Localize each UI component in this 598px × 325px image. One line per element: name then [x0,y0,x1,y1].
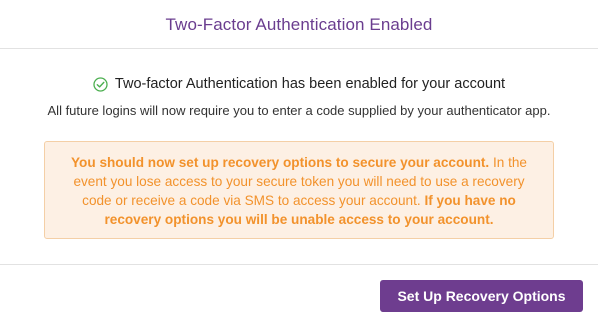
check-circle-icon [93,76,108,92]
success-text: Two-factor Authentication has been enabl… [114,76,506,92]
two-factor-modal: Two-Factor Authentication Enabled Two-fa… [0,0,598,325]
modal-footer: Set Up Recovery Options [0,264,598,325]
warning-heading: You should now set up recovery options t… [71,155,490,170]
modal-title: Two-Factor Authentication Enabled [165,15,433,34]
setup-recovery-options-button[interactable]: Set Up Recovery Options [380,280,583,312]
future-logins-note: All future logins will now require you t… [47,103,551,118]
success-message: Two-factor Authentication has been enabl… [0,76,598,92]
modal-header: Two-Factor Authentication Enabled [0,0,598,49]
modal-body: Two-factor Authentication has been enabl… [0,49,598,264]
recovery-warning: You should now set up recovery options t… [44,141,554,239]
